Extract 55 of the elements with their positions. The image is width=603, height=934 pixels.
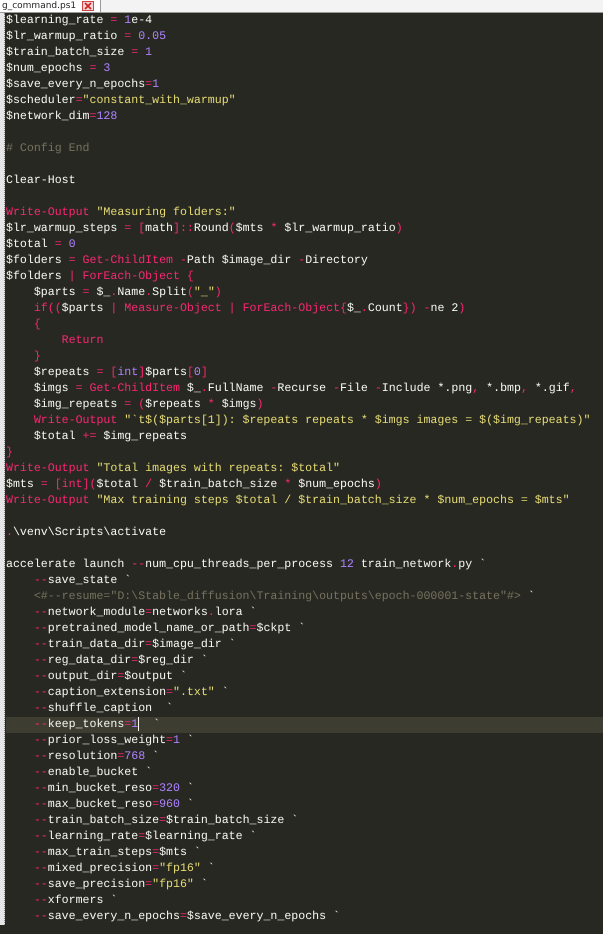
code-line: --save_every_n_epochs=$save_every_n_epochs ` xyxy=(32,909,340,925)
code-line: Write-Output "Max training steps $total / $train_batch_size * $num_epochs = $mts" xyxy=(6,493,570,509)
code-line: $total = 0 xyxy=(6,237,76,253)
code-line: { xyxy=(32,317,41,333)
code-line: --reg_data_dir=$reg_dir ` xyxy=(32,653,208,669)
code-line: $train_batch_size = 1 xyxy=(6,45,152,61)
code-line: --train_data_dir=$image_dir ` xyxy=(32,637,236,653)
code-line: Return xyxy=(60,333,104,349)
code-line: <#--resume="D:\Stable_diffusion\Training\outputs\epoch-000001-state"#> ` xyxy=(32,589,535,605)
code-line: --enable_bucket ` xyxy=(32,765,152,781)
code-line: $learning_rate = 1e-4 xyxy=(6,13,152,29)
code-line: --learning_rate=$learning_rate ` xyxy=(32,829,256,845)
code-line: --pretrained_model_name_or_path=$ckpt ` xyxy=(32,621,306,637)
code-line: $lr_warmup_steps = [math]::Round($mts * $lr_warmup_ratio) xyxy=(6,221,403,237)
code-line: if(($parts | Measure-Object | ForEach-Object{$_.Count}) -ne 2) xyxy=(32,301,466,317)
close-icon[interactable] xyxy=(82,1,94,11)
code-line: } xyxy=(32,349,41,365)
code-line: --xformers ` xyxy=(32,893,118,909)
code-line: $save_every_n_epochs=1 xyxy=(6,77,160,93)
code-line: --prior_loss_weight=1 ` xyxy=(32,733,194,749)
code-line: --max_bucket_reso=960 ` xyxy=(32,797,194,813)
file-tab[interactable]: g_command.ps1 xyxy=(0,0,102,12)
text-cursor xyxy=(138,716,140,731)
code-line: accelerate launch --num_cpu_threads_per_process 12 train_network.py ` xyxy=(6,557,486,573)
code-line: # Config End xyxy=(6,141,90,157)
code-line: --save_precision="fp16" ` xyxy=(32,877,208,893)
code-line: $mts = [int]($total / $train_batch_size * $num_epochs) xyxy=(6,477,382,493)
code-line: --mixed_precision="fp16" ` xyxy=(32,861,215,877)
code-line: --keep_tokens=1 ` xyxy=(32,716,160,734)
code-line: .\venv\Scripts\activate xyxy=(6,525,166,541)
code-line: Clear-Host xyxy=(6,173,76,189)
code-line: $parts = $_.Name.Split("_") xyxy=(32,285,222,301)
code-line: $repeats = [int]$parts[0] xyxy=(32,365,208,381)
code-line: Write-Output "Total images with repeats: $total" xyxy=(6,461,340,477)
code-line: --max_train_steps=$mts ` xyxy=(32,845,201,861)
code-line: $scheduler="constant_with_warmup" xyxy=(6,93,236,109)
code-line: --save_state ` xyxy=(32,573,132,589)
code-line: --network_module=networks.lora ` xyxy=(32,605,257,621)
code-line: --min_bucket_reso=320 ` xyxy=(32,781,194,797)
code-line: $img_repeats = ($repeats * $imgs) xyxy=(32,397,264,413)
code-line: --resolution=768 ` xyxy=(32,749,160,765)
code-line: $num_epochs = 3 xyxy=(6,61,110,77)
code-line: --caption_extension=".txt" ` xyxy=(32,685,229,701)
code-line: Write-Output "`t$($parts[1]): $repeats repeats * $imgs images = $($img_repeats)" xyxy=(32,413,590,429)
code-line: $network_dim=128 xyxy=(6,109,118,125)
code-line: --shuffle_caption ` xyxy=(32,701,173,717)
code-line: } xyxy=(6,445,13,461)
code-line: --train_batch_size=$train_batch_size ` xyxy=(32,813,298,829)
code-line: $total += $img_repeats xyxy=(32,429,187,445)
code-line: $folders | ForEach-Object { xyxy=(6,269,194,285)
code-line: --output_dir=$output ` xyxy=(32,669,187,685)
code-line: Write-Output "Measuring folders:" xyxy=(6,205,236,221)
code-line: $lr_warmup_ratio = 0.05 xyxy=(6,29,166,45)
code-line: $folders = Get-ChildItem -Path $image_dir -Directory xyxy=(6,253,368,269)
code-line: $imgs = Get-ChildItem $_.FullName -Recurse -File -Include *.png, *.bmp, *.gif, xyxy=(32,381,577,397)
